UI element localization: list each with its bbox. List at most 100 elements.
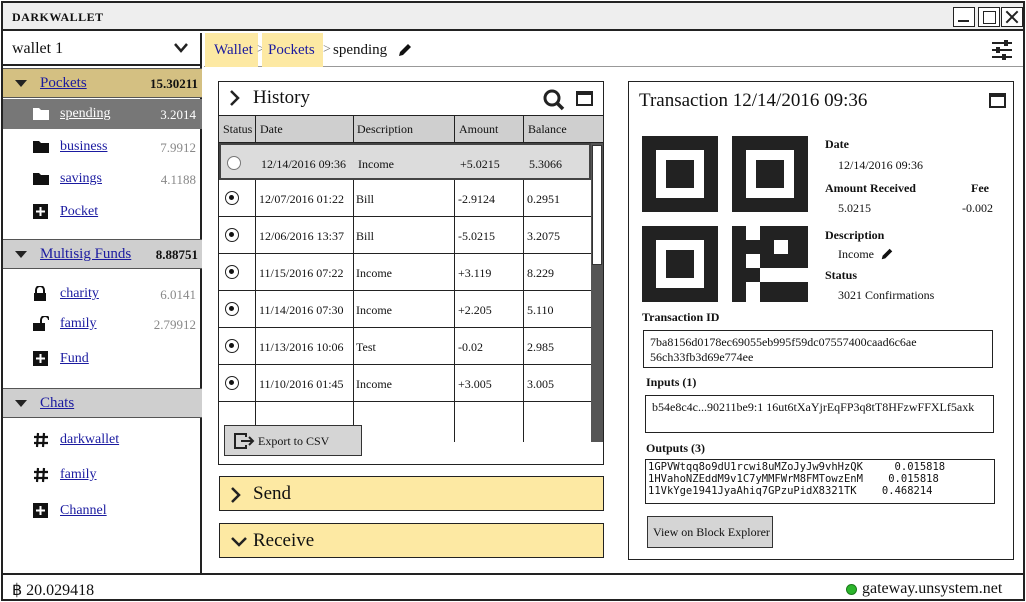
scrollbar-thumb[interactable] (592, 145, 602, 265)
sidebar-item-label: Channel (60, 503, 107, 518)
sidebar-item-label: savings (60, 171, 102, 186)
inputs-field[interactable]: b54e8c4c...90211be9:1 16ut6tXaYjrEqFP3q8… (645, 395, 994, 433)
sidebar-item-label: darkwallet (60, 432, 120, 447)
history-panel: History Status Date Description Amount B… (218, 81, 604, 465)
lock-icon (34, 286, 46, 301)
collapse-triangle-icon (15, 251, 27, 258)
sidebar-item-family-chat[interactable]: family (3, 460, 202, 490)
section-label[interactable]: Chats (40, 395, 74, 412)
sidebar-item-spending[interactable]: spending 3.2014 (3, 99, 202, 129)
cell-balance: 0.2951 (527, 192, 560, 206)
fee-value: -0.002 (962, 201, 993, 215)
receive-panel[interactable]: Receive (219, 523, 604, 558)
confirmed-status-icon (225, 265, 239, 279)
cell-description: Test (356, 340, 376, 354)
cell-amount: -0.02 (458, 340, 483, 354)
column-header-status[interactable]: Status (223, 122, 252, 137)
column-header-amount[interactable]: Amount (459, 122, 498, 137)
sidebar-item-amount: 3.2014 (160, 107, 196, 122)
plus-square-icon (33, 503, 48, 518)
maximize-panel-icon[interactable] (576, 91, 593, 106)
table-row[interactable]: 12/14/2016 09:36 Income +5.0215 5.3066 (219, 143, 591, 180)
add-pocket-button[interactable]: Pocket (3, 197, 202, 227)
sidebar-item-label: charity (60, 286, 99, 301)
amount-received-label: Amount Received (825, 181, 916, 195)
table-row[interactable]: 12/06/2016 13:37 Bill -5.0215 3.2075 (219, 217, 591, 254)
close-button[interactable] (1001, 7, 1023, 27)
sidebar-item-savings[interactable]: savings 4.1188 (3, 164, 202, 194)
column-header-description[interactable]: Description (357, 122, 413, 137)
column-header-date[interactable]: Date (260, 122, 283, 137)
chevron-right-icon[interactable] (230, 90, 240, 106)
send-panel[interactable]: Send (219, 476, 604, 511)
sidebar-item-label: family (60, 316, 97, 331)
confirmed-status-icon (225, 191, 239, 205)
confirmed-status-icon (225, 339, 239, 353)
cell-balance: 5.3066 (529, 157, 562, 171)
pending-status-icon (227, 156, 241, 170)
section-label[interactable]: Multisig Funds (40, 246, 131, 263)
column-header-balance[interactable]: Balance (528, 122, 567, 137)
cell-balance: 3.2075 (527, 229, 560, 243)
breadcrumb-current: spending (333, 42, 388, 58)
sidebar-item-label: Pocket (60, 204, 99, 219)
cell-amount: +5.0215 (460, 157, 500, 171)
description-value: Income (838, 247, 874, 261)
sidebar-item-amount: 2.79912 (153, 317, 196, 332)
export-csv-label: Export to CSV (258, 434, 330, 448)
sidebar-section-chats[interactable]: Chats (3, 388, 202, 418)
cell-amount: -2.9124 (458, 192, 495, 206)
section-label[interactable]: Pockets (40, 75, 87, 92)
export-csv-button[interactable]: Export to CSV (224, 425, 362, 456)
sidebar-section-pockets[interactable]: Pockets 15.30211 (3, 68, 202, 98)
table-row[interactable]: 12/07/2016 01:22 Bill -2.9124 0.2951 (219, 180, 591, 217)
view-block-explorer-button[interactable]: View on Block Explorer (647, 516, 773, 548)
add-fund-button[interactable]: Fund (3, 344, 202, 374)
cell-amount: -5.0215 (458, 229, 495, 243)
edit-pencil-icon[interactable] (397, 42, 413, 58)
export-icon (234, 433, 255, 449)
confirmed-status-icon (225, 228, 239, 242)
sidebar-item-label: business (60, 139, 108, 154)
sidebar-item-business[interactable]: business 7.9912 (3, 132, 202, 162)
sidebar-item-charity[interactable]: charity 6.0141 (3, 279, 202, 309)
output-row: 1GPVWtqq8o9dU1rcwi8uMZoJyJw9vhHzQK 0.015… (648, 461, 946, 473)
sidebar-item-amount: 6.0141 (160, 287, 196, 302)
table-row[interactable]: 11/10/2016 01:45 Income +3.005 3.005 (219, 365, 591, 402)
maximize-panel-icon[interactable] (989, 93, 1006, 108)
sidebar-item-darkwallet-chat[interactable]: darkwallet (3, 425, 202, 455)
maximize-button[interactable] (978, 7, 1000, 27)
breadcrumb: Wallet > Pockets > spending (204, 33, 1023, 67)
table-row[interactable]: 11/15/2016 07:22 Income +3.119 8.229 (219, 254, 591, 291)
title-bar: DARKWALLET (3, 3, 1023, 31)
cell-balance: 5.110 (527, 303, 554, 317)
collapse-triangle-icon (15, 80, 27, 87)
cell-amount: +2.205 (458, 303, 492, 317)
description-label: Description (825, 228, 885, 242)
transaction-id-field[interactable]: 7ba8156d0178ec69055eb995f59dc07557400caa… (643, 330, 993, 368)
table-row[interactable]: 11/14/2016 07:30 Income +2.205 5.110 (219, 291, 591, 328)
sidebar-item-family-fund[interactable]: family 2.79912 (3, 309, 202, 339)
search-icon[interactable] (543, 89, 565, 111)
collapse-triangle-icon (15, 400, 27, 407)
sidebar-section-multisig[interactable]: Multisig Funds 8.88751 (3, 239, 202, 269)
wallet-select[interactable]: wallet 1 (3, 33, 202, 66)
folder-icon (33, 141, 49, 153)
cell-balance: 2.985 (527, 340, 554, 354)
minimize-button[interactable] (953, 7, 975, 27)
table-row[interactable]: 11/13/2016 10:06 Test -0.02 2.985 (219, 328, 591, 365)
unlock-icon (33, 316, 49, 331)
section-amount: 8.88751 (155, 247, 198, 262)
history-scrollbar[interactable] (591, 143, 603, 442)
breadcrumb-pockets[interactable]: Pockets (262, 33, 323, 67)
breadcrumb-wallet[interactable]: Wallet (205, 33, 258, 67)
add-channel-button[interactable]: Channel (3, 496, 202, 526)
total-balance: ฿ 20.029418 (12, 582, 95, 599)
cell-description: Income (356, 303, 392, 317)
receive-label: Receive (253, 530, 315, 551)
date-label: Date (825, 137, 849, 151)
outputs-field[interactable]: 1GPVWtqq8o9dU1rcwi8uMZoJyJw9vhHzQK 0.015… (645, 459, 995, 504)
cell-amount: +3.005 (458, 377, 492, 391)
settings-sliders-icon[interactable] (991, 40, 1013, 60)
edit-pencil-icon[interactable] (880, 247, 894, 261)
